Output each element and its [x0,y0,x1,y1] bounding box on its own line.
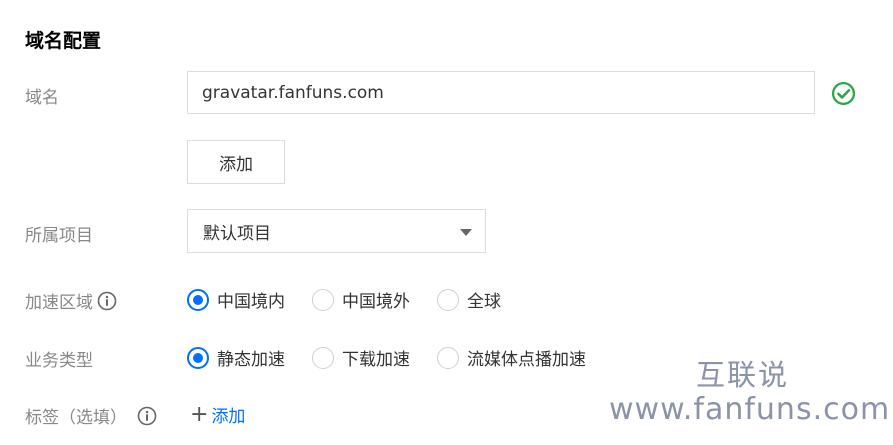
business-option-label: 流媒体点播加速 [467,350,586,370]
region-option-label: 中国境外 [342,292,410,312]
business-option-static[interactable]: 静态加速 [187,345,285,370]
plus-icon: + [190,401,209,427]
region-radio-group: 中国境内 中国境外 全球 [187,287,528,312]
add-tag-label: 添加 [211,407,246,427]
business-option-label: 静态加速 [217,350,285,370]
watermark-cn: 互联说 [696,358,790,392]
region-option-global[interactable]: 全球 [437,287,501,312]
add-domain-button-label: 添加 [219,154,253,175]
region-option-mainland[interactable]: 中国境内 [187,287,285,312]
region-label-wrap: 加速区域 [25,288,117,313]
region-option-overseas[interactable]: 中国境外 [312,287,410,312]
project-select[interactable]: 默认项目 [187,209,486,253]
region-label: 加速区域 [25,293,93,313]
add-tag-link[interactable]: + 添加 [190,402,245,427]
business-option-download[interactable]: 下载加速 [312,345,410,370]
section-title: 域名配置 [25,30,102,52]
add-domain-button[interactable]: 添加 [187,140,285,184]
caret-down-icon [460,229,472,236]
business-type-label: 业务类型 [25,351,93,371]
info-icon[interactable] [97,291,117,311]
radio-unchecked-icon [312,288,334,311]
domain-label: 域名 [25,88,59,108]
tags-label: 标签（选填） [25,408,127,428]
radio-unchecked-icon [437,346,459,369]
project-select-value: 默认项目 [203,223,271,244]
region-option-label: 全球 [467,292,501,312]
tags-label-wrap: 标签（选填） [25,403,157,428]
business-option-vod[interactable]: 流媒体点播加速 [437,345,586,370]
check-circle-icon [831,81,856,106]
radio-checked-icon [187,346,209,369]
radio-unchecked-icon [312,346,334,369]
project-label: 所属项目 [25,226,93,246]
info-icon[interactable] [137,406,157,426]
watermark-url: www.fanfuns.com [609,392,891,427]
radio-unchecked-icon [437,288,459,311]
radio-checked-icon [187,288,209,311]
business-type-radio-group: 静态加速 下载加速 流媒体点播加速 [187,345,613,370]
business-option-label: 下载加速 [342,350,410,370]
region-option-label: 中国境内 [217,292,285,312]
domain-input[interactable] [187,71,815,114]
